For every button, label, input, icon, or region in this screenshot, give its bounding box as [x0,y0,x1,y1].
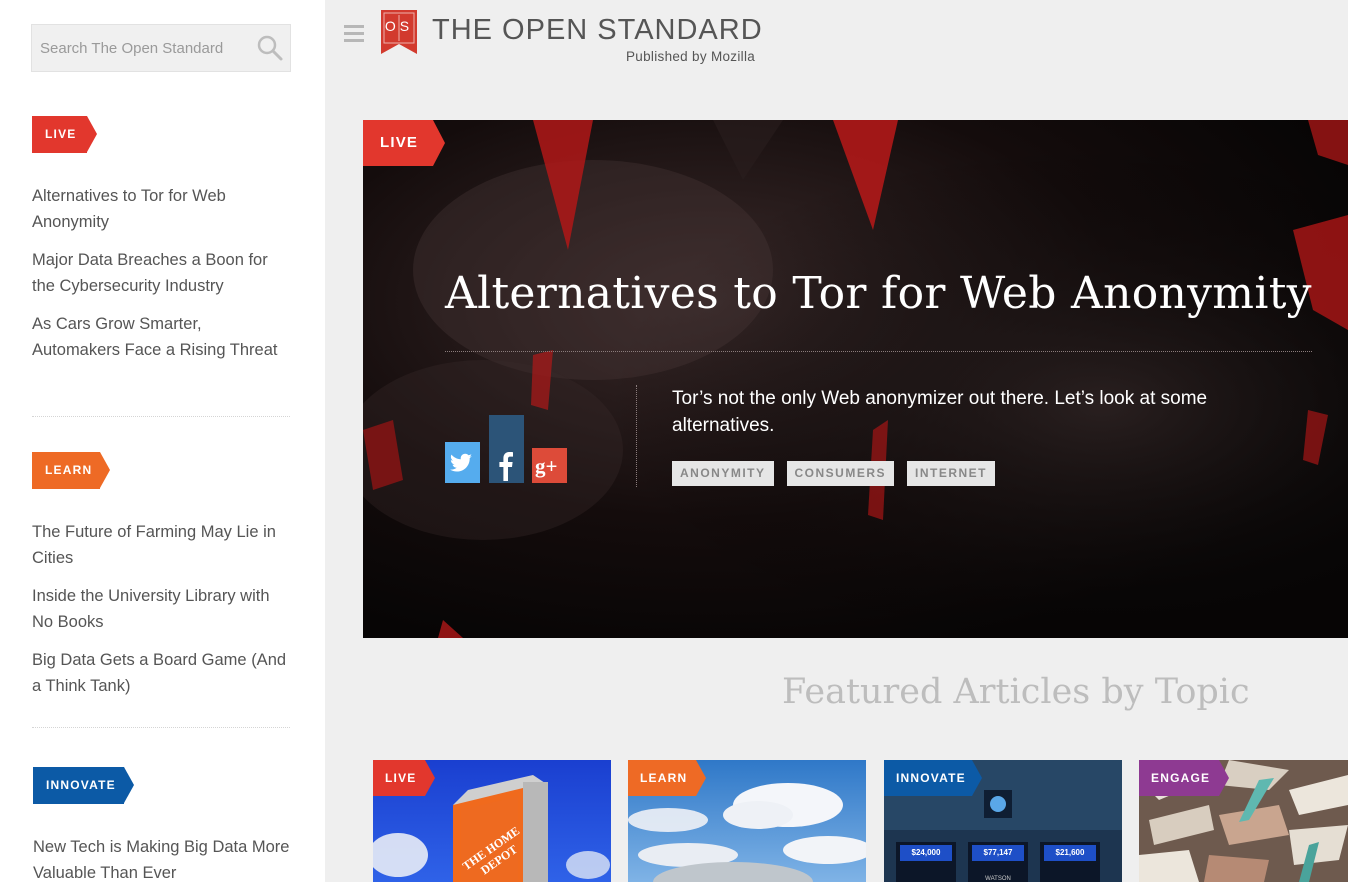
card-badge-live: LIVE [373,760,435,796]
learn-article-list: The Future of Farming May Lie in Cities … [32,519,290,711]
search-input[interactable] [32,25,252,71]
section-badge-live[interactable]: LIVE [32,116,97,153]
share-buttons: g+ [445,415,569,483]
facebook-icon[interactable] [489,415,524,483]
list-item[interactable]: Alternatives to Tor for Web Anonymity [32,183,290,235]
featured-heading: Featured Articles by Topic [782,672,1250,712]
list-item[interactable]: Inside the University Library with No Bo… [32,583,290,635]
section-label-learn: LEARN [45,463,93,477]
tag-anonymity[interactable]: ANONYMITY [672,461,774,486]
hero-description: Tor’s not the only Web anonymizer out th… [672,388,1208,436]
contestant-score-3: $21,600 [1055,848,1085,857]
featured-card-live[interactable]: THE HOME DEPOT LIVE [373,760,611,882]
section-badge-innovate[interactable]: INNOVATE [33,767,134,804]
list-item[interactable]: Big Data Gets a Board Game (And a Think … [32,647,290,699]
list-item[interactable]: Major Data Breaches a Boon for the Cyber… [32,247,290,299]
hero-image [363,120,1348,638]
search-box [31,24,291,72]
card-badge-learn: LEARN [628,760,706,796]
card-badge-engage: ENGAGE [1139,760,1229,796]
contestant-score-2: $77,147 [983,848,1013,857]
divider [32,727,290,728]
tag-consumers[interactable]: CONSUMERS [786,461,895,486]
site-title[interactable]: THE OPEN STANDARD [432,14,763,47]
list-item[interactable]: The Future of Farming May Lie in Cities [32,519,290,571]
live-article-list: Alternatives to Tor for Web Anonymity Ma… [32,183,290,375]
logo-mark[interactable]: OS [381,10,417,54]
list-item[interactable]: New Tech is Making Big Data More Valuabl… [33,834,291,882]
twitter-icon[interactable] [445,442,480,483]
featured-card-innovate[interactable]: $24,000 $77,147 $21,600 WATSON INNOVATE [884,760,1122,882]
hero-vertical-divider [636,385,637,487]
tag-list: ANONYMITY CONSUMERS INTERNET [672,461,996,486]
contestant-score-1: $24,000 [911,848,941,857]
hamburger-menu-icon[interactable] [344,25,364,43]
hero-badge-live[interactable]: LIVE [363,120,445,166]
google-plus-icon[interactable]: g+ [532,448,567,483]
section-badge-learn[interactable]: LEARN [32,452,110,489]
section-label-live: LIVE [45,127,77,141]
section-label-innovate: INNOVATE [46,778,116,792]
card-badge-innovate: INNOVATE [884,760,982,796]
svg-text:g+: g+ [535,454,557,478]
innovate-article-list: New Tech is Making Big Data More Valuabl… [33,834,291,882]
featured-card-learn[interactable]: LEARN [628,760,866,882]
divider [32,416,290,417]
hero-article[interactable]: LIVE Alternatives to Tor for Web Anonymi… [363,120,1348,638]
list-item[interactable]: As Cars Grow Smarter, Automakers Face a … [32,311,290,363]
hero-divider [445,351,1312,352]
sidebar: LIVE Alternatives to Tor for Web Anonymi… [0,0,325,882]
tag-internet[interactable]: INTERNET [907,461,996,486]
main-content: OS THE OPEN STANDARD Published by Mozill… [325,0,1348,882]
hero-title[interactable]: Alternatives to Tor for Web Anonymity [445,268,1312,319]
featured-card-engage[interactable]: ENGAGE [1139,760,1348,882]
site-subtitle: Published by Mozilla [626,49,756,64]
logo-letters: OS [384,18,414,34]
search-icon[interactable] [256,34,284,62]
podium-label: WATSON [985,876,1011,882]
